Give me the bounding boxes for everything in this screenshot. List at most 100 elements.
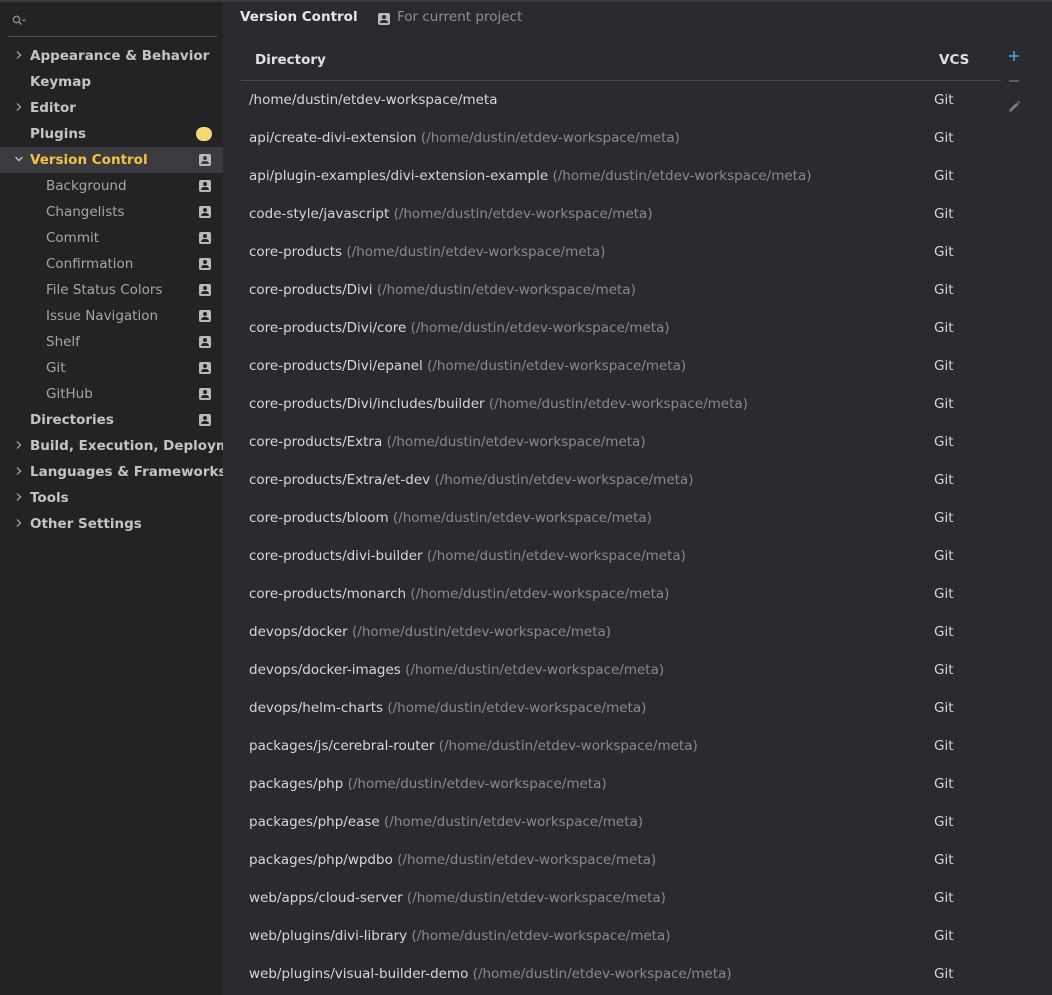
- project-settings-icon: [199, 284, 211, 296]
- sidebar-item-background[interactable]: Background: [0, 173, 223, 199]
- directory-root-path: (/home/dustin/etdev-workspace/meta): [405, 662, 665, 678]
- vcs-cell[interactable]: Git: [934, 81, 954, 119]
- sidebar-item-issue-navigation[interactable]: Issue Navigation: [0, 303, 223, 329]
- chevron-right-icon[interactable]: [14, 102, 24, 112]
- table-row[interactable]: packages/php/wpdbo (/home/dustin/etdev-w…: [241, 841, 1001, 879]
- sidebar-item-confirmation[interactable]: Confirmation: [0, 251, 223, 277]
- sidebar-item-appearance-behavior[interactable]: Appearance & Behavior: [0, 43, 223, 69]
- edit-mapping-button[interactable]: [1003, 96, 1025, 118]
- table-row[interactable]: devops/helm-charts (/home/dustin/etdev-w…: [241, 689, 1001, 727]
- vcs-cell[interactable]: Git: [934, 347, 954, 385]
- directory-cell: core-products/divi-builder (/home/dustin…: [249, 537, 686, 575]
- table-row[interactable]: core-products/divi-builder (/home/dustin…: [241, 537, 1001, 575]
- sidebar-item-directories[interactable]: Directories: [0, 407, 223, 433]
- sidebar-item-tools[interactable]: Tools: [0, 485, 223, 511]
- vcs-cell[interactable]: Git: [934, 803, 954, 841]
- table-row[interactable]: core-products/Divi/epanel (/home/dustin/…: [241, 347, 1001, 385]
- table-row[interactable]: web/apps/cloud-server (/home/dustin/etde…: [241, 879, 1001, 917]
- chevron-right-icon[interactable]: [14, 466, 24, 476]
- chevron-right-icon[interactable]: [14, 492, 24, 502]
- directory-cell: api/plugin-examples/divi-extension-examp…: [249, 157, 812, 195]
- directory-name: web/plugins/divi-library: [249, 928, 408, 944]
- vcs-cell[interactable]: Git: [934, 537, 954, 575]
- directory-root-path: (/home/dustin/etdev-workspace/meta): [472, 966, 732, 982]
- vcs-cell[interactable]: Git: [934, 955, 954, 993]
- directory-name: packages/php/ease: [249, 814, 380, 830]
- vcs-cell[interactable]: Git: [934, 461, 954, 499]
- add-mapping-button[interactable]: [1003, 45, 1025, 67]
- column-header-vcs[interactable]: VCS: [939, 52, 969, 68]
- table-row[interactable]: core-products/Divi (/home/dustin/etdev-w…: [241, 271, 1001, 309]
- sidebar-item-commit[interactable]: Commit: [0, 225, 223, 251]
- directory-root-path: (/home/dustin/etdev-workspace/meta): [427, 358, 687, 374]
- sidebar-item-editor[interactable]: Editor: [0, 95, 223, 121]
- table-row[interactable]: packages/php/ease (/home/dustin/etdev-wo…: [241, 803, 1001, 841]
- chevron-right-icon[interactable]: [14, 518, 24, 528]
- chevron-down-icon[interactable]: [14, 154, 24, 164]
- chevron-right-icon[interactable]: [14, 50, 24, 60]
- table-row[interactable]: api/plugin-examples/divi-extension-examp…: [241, 157, 1001, 195]
- search-input[interactable]: [32, 11, 216, 35]
- table-row[interactable]: api/create-divi-extension (/home/dustin/…: [241, 119, 1001, 157]
- vcs-cell[interactable]: Git: [934, 423, 954, 461]
- vcs-cell[interactable]: Git: [934, 727, 954, 765]
- table-row[interactable]: packages/php (/home/dustin/etdev-workspa…: [241, 765, 1001, 803]
- table-row[interactable]: code-style/javascript (/home/dustin/etde…: [241, 195, 1001, 233]
- sidebar-item-label: Build, Execution, Deployment: [30, 438, 256, 454]
- vcs-cell[interactable]: Git: [934, 651, 954, 689]
- table-row[interactable]: core-products/Divi/core (/home/dustin/et…: [241, 309, 1001, 347]
- table-row[interactable]: core-products (/home/dustin/etdev-worksp…: [241, 233, 1001, 271]
- directory-cell: packages/php (/home/dustin/etdev-workspa…: [249, 765, 607, 803]
- directory-root-path: (/home/dustin/etdev-workspace/meta): [420, 130, 680, 146]
- vcs-cell[interactable]: Git: [934, 689, 954, 727]
- directory-cell: devops/helm-charts (/home/dustin/etdev-w…: [249, 689, 646, 727]
- sidebar-item-file-status-colors[interactable]: File Status Colors: [0, 277, 223, 303]
- table-row[interactable]: packages/js/cerebral-router (/home/dusti…: [241, 727, 1001, 765]
- table-row[interactable]: core-products/bloom (/home/dustin/etdev-…: [241, 499, 1001, 537]
- sidebar-item-version-control[interactable]: Version Control: [0, 147, 223, 173]
- table-row[interactable]: core-products/monarch (/home/dustin/etde…: [241, 575, 1001, 613]
- vcs-cell[interactable]: Git: [934, 575, 954, 613]
- table-row[interactable]: core-products/Extra (/home/dustin/etdev-…: [241, 423, 1001, 461]
- vcs-cell[interactable]: Git: [934, 195, 954, 233]
- vcs-cell[interactable]: Git: [934, 879, 954, 917]
- vcs-cell[interactable]: Git: [934, 157, 954, 195]
- sidebar-item-plugins[interactable]: Plugins: [0, 121, 223, 147]
- directory-root-path: (/home/dustin/etdev-workspace/meta): [392, 510, 652, 526]
- sidebar-item-github[interactable]: GitHub: [0, 381, 223, 407]
- table-row[interactable]: devops/docker-images (/home/dustin/etdev…: [241, 651, 1001, 689]
- sidebar-item-shelf[interactable]: Shelf: [0, 329, 223, 355]
- sidebar-item-languages-frameworks[interactable]: Languages & Frameworks: [0, 459, 227, 485]
- sidebar-item-build-execution-deployment[interactable]: Build, Execution, Deployment: [0, 433, 255, 459]
- vcs-cell[interactable]: Git: [934, 385, 954, 423]
- table-row[interactable]: /home/dustin/etdev-workspace/meta Git: [241, 81, 1001, 119]
- directory-cell: packages/js/cerebral-router (/home/dusti…: [249, 727, 698, 765]
- directory-name: devops/docker-images: [249, 662, 401, 678]
- table-row[interactable]: devops/docker (/home/dustin/etdev-worksp…: [241, 613, 1001, 651]
- directory-name: core-products/Divi/includes/builder: [249, 396, 485, 412]
- table-row[interactable]: web/plugins/divi-library (/home/dustin/e…: [241, 917, 1001, 955]
- vcs-cell[interactable]: Git: [934, 499, 954, 537]
- table-row[interactable]: core-products/Divi/includes/builder (/ho…: [241, 385, 1001, 423]
- sidebar-item-git[interactable]: Git: [0, 355, 223, 381]
- chevron-right-icon[interactable]: [14, 440, 24, 450]
- table-row[interactable]: web/plugins/visual-builder-demo (/home/d…: [241, 955, 1001, 993]
- sidebar-item-changelists[interactable]: Changelists: [0, 199, 223, 225]
- vcs-cell[interactable]: Git: [934, 765, 954, 803]
- directory-name: web/apps/cloud-server: [249, 890, 403, 906]
- sidebar-item-other-settings[interactable]: Other Settings: [0, 511, 223, 537]
- vcs-cell[interactable]: Git: [934, 233, 954, 271]
- vcs-cell[interactable]: Git: [934, 271, 954, 309]
- vcs-cell[interactable]: Git: [934, 841, 954, 879]
- column-header-directory[interactable]: Directory: [255, 52, 326, 68]
- vcs-cell[interactable]: Git: [934, 917, 954, 955]
- project-settings-icon: [199, 310, 211, 322]
- vcs-cell[interactable]: Git: [934, 119, 954, 157]
- settings-search[interactable]: [8, 9, 217, 37]
- table-row[interactable]: core-products/Extra/et-dev (/home/dustin…: [241, 461, 1001, 499]
- vcs-cell[interactable]: Git: [934, 309, 954, 347]
- remove-mapping-button[interactable]: [1003, 70, 1025, 92]
- vcs-cell[interactable]: Git: [934, 613, 954, 651]
- project-settings-icon: [199, 154, 211, 166]
- sidebar-item-keymap[interactable]: Keymap: [0, 69, 223, 95]
